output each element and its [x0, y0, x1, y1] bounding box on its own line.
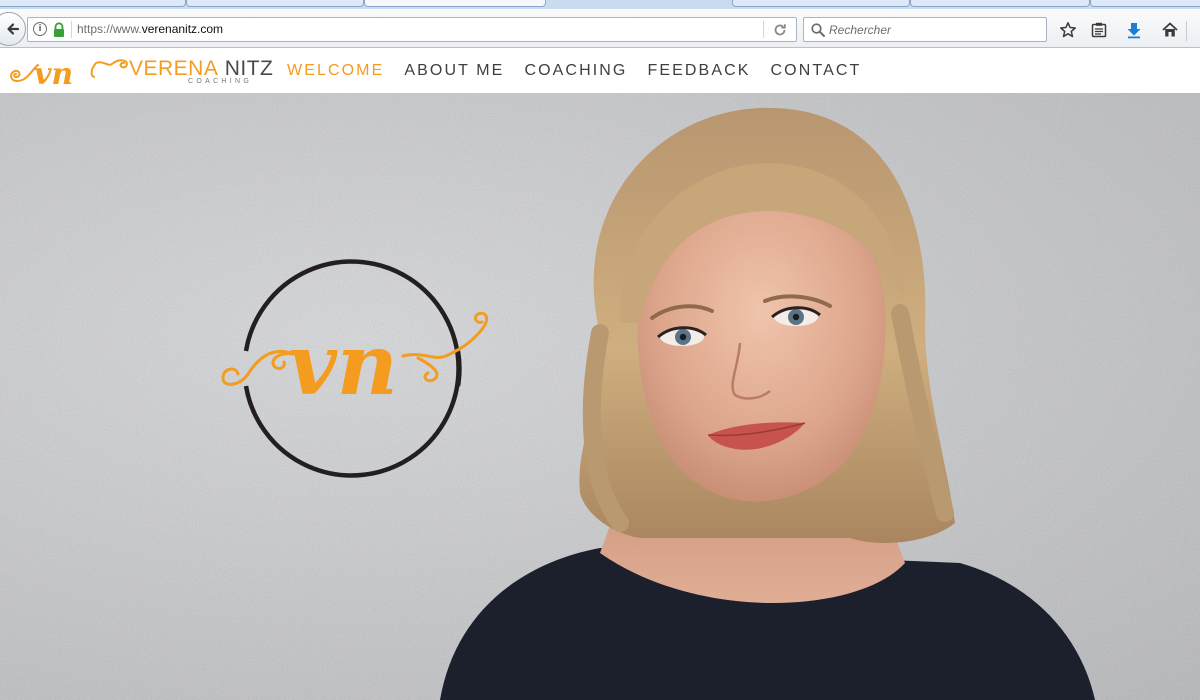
nav-coaching[interactable]: COACHING [524, 62, 627, 80]
logo-circle-right [455, 350, 462, 387]
reading-list-button[interactable] [1088, 19, 1110, 41]
browser-tab[interactable] [1090, 0, 1200, 7]
url-bar[interactable]: i https://www.verenanitz.com [27, 17, 797, 42]
browser-tab[interactable] [732, 0, 910, 7]
nav-welcome[interactable]: WELCOME [287, 62, 384, 80]
browser-toolbar: i https://www.verenanitz.com Rechercher [0, 9, 1200, 48]
logo-monogram-text: vn [34, 57, 73, 89]
search-icon [811, 23, 825, 37]
main-navigation: WELCOME ABOUT ME COACHING FEEDBACK CONTA… [287, 49, 881, 93]
url-text[interactable]: https://www.verenanitz.com [77, 22, 223, 36]
portrait-photo [440, 107, 1095, 700]
downloads-button[interactable] [1123, 19, 1145, 41]
nav-feedback[interactable]: FEEDBACK [647, 62, 750, 80]
back-button[interactable] [0, 12, 26, 46]
url-host: verenanitz.com [141, 22, 224, 36]
clipboard-icon [1091, 22, 1107, 38]
brand-name: VERENA NITZ [129, 58, 273, 80]
tab-strip [0, 0, 1200, 9]
home-icon [1162, 22, 1178, 37]
brand-first-name: VERENA [129, 57, 219, 80]
browser-tab[interactable] [910, 0, 1090, 7]
toolbar-overflow[interactable] [1186, 21, 1200, 41]
site-header: vn VERENA NITZ COACHING WELCOME ABOUT ME… [0, 49, 1200, 93]
home-button[interactable] [1159, 19, 1181, 41]
browser-tab-active[interactable] [364, 0, 546, 7]
star-icon [1060, 22, 1076, 38]
browser-tab[interactable] [186, 0, 364, 7]
reload-separator [763, 21, 764, 38]
nav-about-me[interactable]: ABOUT ME [404, 62, 504, 80]
bookmark-button[interactable] [1057, 19, 1079, 41]
brand-subtitle: COACHING [188, 78, 253, 85]
hero-logo: vn [221, 259, 489, 478]
info-icon[interactable]: i [33, 22, 47, 36]
site-logo[interactable]: vn VERENA NITZ COACHING [8, 53, 273, 91]
url-scheme: https://www. [77, 22, 142, 36]
nav-contact[interactable]: CONTACT [771, 62, 862, 80]
reload-icon[interactable] [772, 22, 788, 38]
browser-tab[interactable] [0, 0, 186, 7]
lock-icon[interactable] [52, 22, 66, 38]
search-bar[interactable]: Rechercher [803, 17, 1047, 42]
download-arrow-icon [1127, 23, 1141, 39]
url-separator [71, 21, 72, 38]
brand-last-name: NITZ [224, 57, 274, 80]
hero-monogram-text: vn [288, 315, 398, 414]
search-placeholder: Rechercher [829, 23, 892, 37]
vn-monogram-icon: vn [10, 57, 128, 89]
back-arrow-icon [7, 23, 20, 35]
hero-section: vn [0, 93, 1200, 700]
